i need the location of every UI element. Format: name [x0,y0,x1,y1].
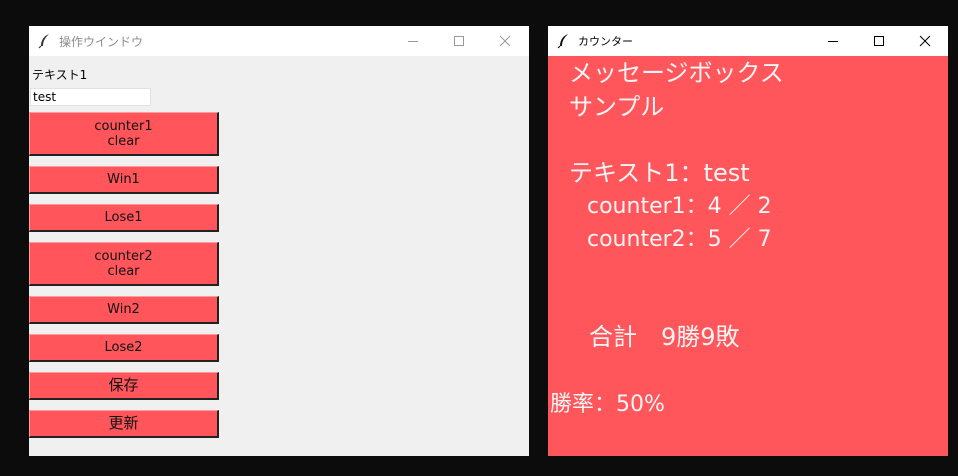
lose1-button[interactable]: Lose1 [29,204,219,232]
maximize-button[interactable] [856,26,902,56]
message-line-1: メッセージボックス [569,59,784,87]
update-button[interactable]: 更新 [29,410,219,438]
text1-label: テキスト1 [32,68,88,82]
counter1-clear-button[interactable]: counter1 clear [29,112,219,156]
counter2-clear-button[interactable]: counter2 clear [29,242,219,286]
feather-icon [557,34,568,49]
operation-window: 操作ウインドウ テキスト1 test counter1 clear Win1 L… [29,26,529,456]
total-display: 合計 9勝9敗 [589,323,740,351]
counter-window-title: カウンター [578,35,633,48]
counter2-display: counter2：5 ／ 7 [587,227,772,252]
maximize-icon [874,36,884,46]
minimize-button[interactable] [390,26,436,56]
win2-button[interactable]: Win2 [29,296,219,324]
win-rate-display: 勝率：50% [550,392,665,417]
counter-window: カウンター メッセージボックス サンプル テキスト1：test counter1… [548,26,948,456]
save-button[interactable]: 保存 [29,372,219,400]
feather-icon [38,34,49,49]
counter1-display: counter1：4 ／ 2 [587,194,772,219]
operation-window-titlebar[interactable]: 操作ウインドウ [29,26,529,56]
message-line-2: サンプル [569,93,665,121]
lose2-button[interactable]: Lose2 [29,334,219,362]
maximize-button[interactable] [436,26,482,56]
win1-button[interactable]: Win1 [29,166,219,194]
close-icon [919,35,931,47]
close-button[interactable] [482,26,528,56]
close-button[interactable] [902,26,948,56]
minimize-icon [828,41,838,42]
counter-window-titlebar[interactable]: カウンター [548,26,948,56]
close-icon [499,35,511,47]
minimize-icon [408,41,418,42]
operation-window-title: 操作ウインドウ [59,34,144,49]
minimize-button[interactable] [810,26,856,56]
text1-input[interactable]: test [30,88,151,106]
maximize-icon [454,36,464,46]
text1-display: テキスト1：test [569,159,750,187]
